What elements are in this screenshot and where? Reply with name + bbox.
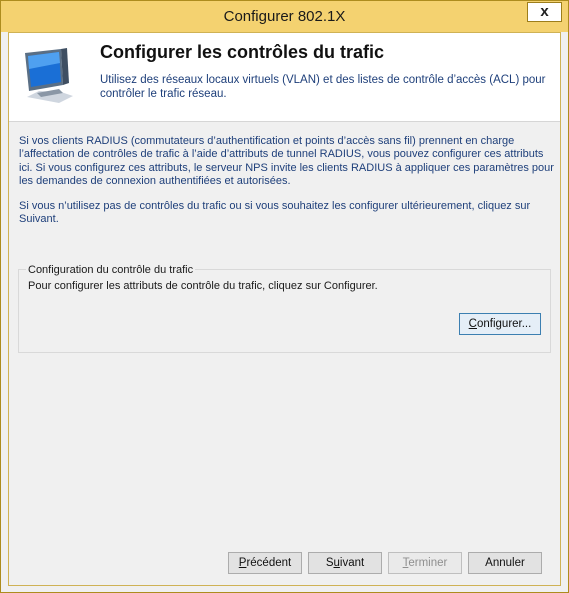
dialog-window: Configurer 802.1X x Configurer les contr… <box>0 0 569 593</box>
finish-button[interactable]: Terminer <box>388 552 462 574</box>
intro-paragraph: Si vos clients RADIUS (commutateurs d’au… <box>19 135 554 187</box>
configure-label: onfigurer... <box>476 318 532 330</box>
skip-paragraph: Si vous n’utilisez pas de contrôles du t… <box>19 200 531 226</box>
window-title: Configurer 802.1X <box>223 8 346 25</box>
cancel-button[interactable]: Annuler <box>468 552 542 574</box>
groupbox-instructions: Pour configurer les attributs de contrôl… <box>28 280 378 292</box>
wizard-header: Configurer les contrôles du trafic Utili… <box>9 33 560 122</box>
close-button[interactable]: x <box>527 2 562 22</box>
configure-button[interactable]: Configurer... <box>459 313 541 335</box>
next-label-end: ivant <box>339 557 365 569</box>
page-title: Configurer les contrôles du trafic <box>100 42 385 62</box>
configure-mnemonic: C <box>468 318 477 330</box>
groupbox-title: Configuration du contrôle du trafic <box>26 264 196 276</box>
traffic-control-groupbox: Configuration du contrôle du trafic Pour… <box>18 264 551 353</box>
finish-label: erminer <box>408 557 448 569</box>
previous-button[interactable]: Précédent <box>228 552 302 574</box>
title-bar[interactable]: Configurer 802.1X x <box>1 1 568 32</box>
network-monitor-icon <box>25 48 73 103</box>
next-button[interactable]: Suivant <box>308 552 382 574</box>
previous-label: récédent <box>246 557 292 569</box>
dialog-content: Configurer les contrôles du trafic Utili… <box>8 32 561 586</box>
page-description: Utilisez des réseaux locaux virtuels (VL… <box>100 74 546 100</box>
